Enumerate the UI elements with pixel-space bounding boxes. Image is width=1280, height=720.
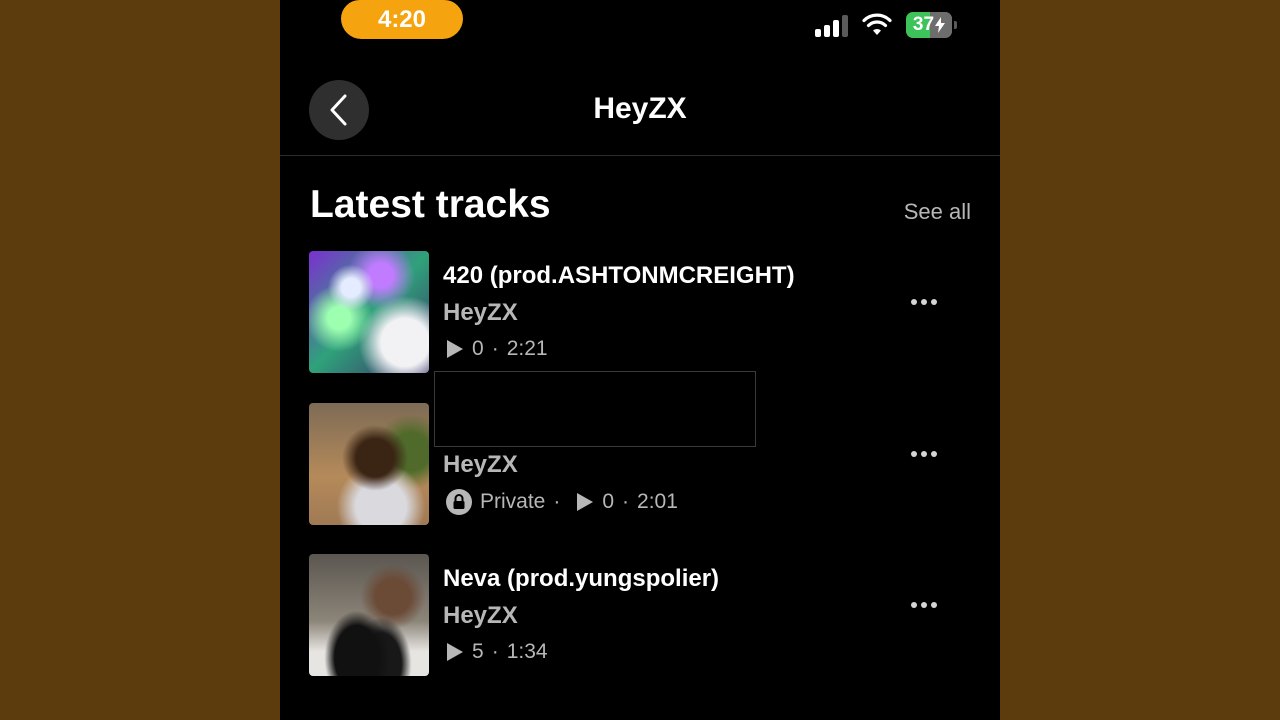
track-visibility: Private	[480, 490, 546, 513]
track-artist[interactable]: HeyZX	[443, 299, 518, 327]
track-duration: 2:01	[637, 490, 678, 513]
charging-bolt-icon	[935, 17, 946, 33]
phone-screen: 4:20 37 HeyZX Latest tracks See all 420 …	[280, 0, 1000, 720]
see-all-link[interactable]: See all	[904, 199, 971, 225]
meta-separator-dot: ·	[491, 640, 499, 663]
header-divider	[280, 155, 1000, 156]
track-duration: 2:21	[506, 337, 548, 360]
track-meta: 5 · 1:34	[446, 640, 548, 664]
track-row[interactable]: 420 (prod.ASHTONMCREIGHT) HeyZX 0 · 2:21	[309, 251, 979, 373]
play-icon	[447, 340, 463, 358]
meta-separator-dot: ·	[622, 490, 630, 513]
track-artist[interactable]: HeyZX	[443, 602, 518, 630]
battery-icon: 37	[906, 12, 957, 38]
meta-separator-dot: ·	[553, 490, 561, 513]
track-duration: 1:34	[506, 640, 548, 663]
play-icon	[447, 643, 463, 661]
track-artist[interactable]: HeyZX	[443, 451, 518, 479]
status-time: 4:20	[341, 0, 463, 39]
play-icon	[577, 493, 594, 511]
track-meta: Private · 0 · 2:01	[446, 489, 678, 515]
status-time-label: 4:20	[377, 5, 427, 33]
redacted-title-box	[434, 371, 756, 447]
cellular-signal-icon	[815, 13, 848, 37]
track-plays: 5	[472, 640, 484, 663]
track-plays: 0	[472, 337, 484, 360]
track-title: Neva (prod.yungspolier)	[443, 565, 720, 592]
page-title: HeyZX	[593, 92, 687, 125]
track-plays: 0	[602, 490, 615, 513]
track-artwork	[309, 554, 429, 676]
lock-icon	[446, 489, 472, 515]
status-icons: 37	[815, 10, 957, 40]
meta-separator-dot: ·	[491, 337, 499, 360]
section-title: Latest tracks	[310, 183, 551, 226]
track-title: 420 (prod.ASHTONMCREIGHT)	[443, 262, 795, 289]
more-options-icon[interactable]	[911, 451, 937, 457]
track-row[interactable]: Neva (prod.yungspolier) HeyZX 5 · 1:34	[309, 554, 979, 676]
battery-level: 37	[912, 14, 935, 35]
more-options-icon[interactable]	[911, 602, 937, 608]
track-meta: 0 · 2:21	[446, 337, 548, 361]
track-artwork	[309, 251, 429, 373]
more-options-icon[interactable]	[911, 299, 937, 305]
wifi-icon	[862, 13, 892, 35]
track-artwork	[309, 403, 429, 525]
